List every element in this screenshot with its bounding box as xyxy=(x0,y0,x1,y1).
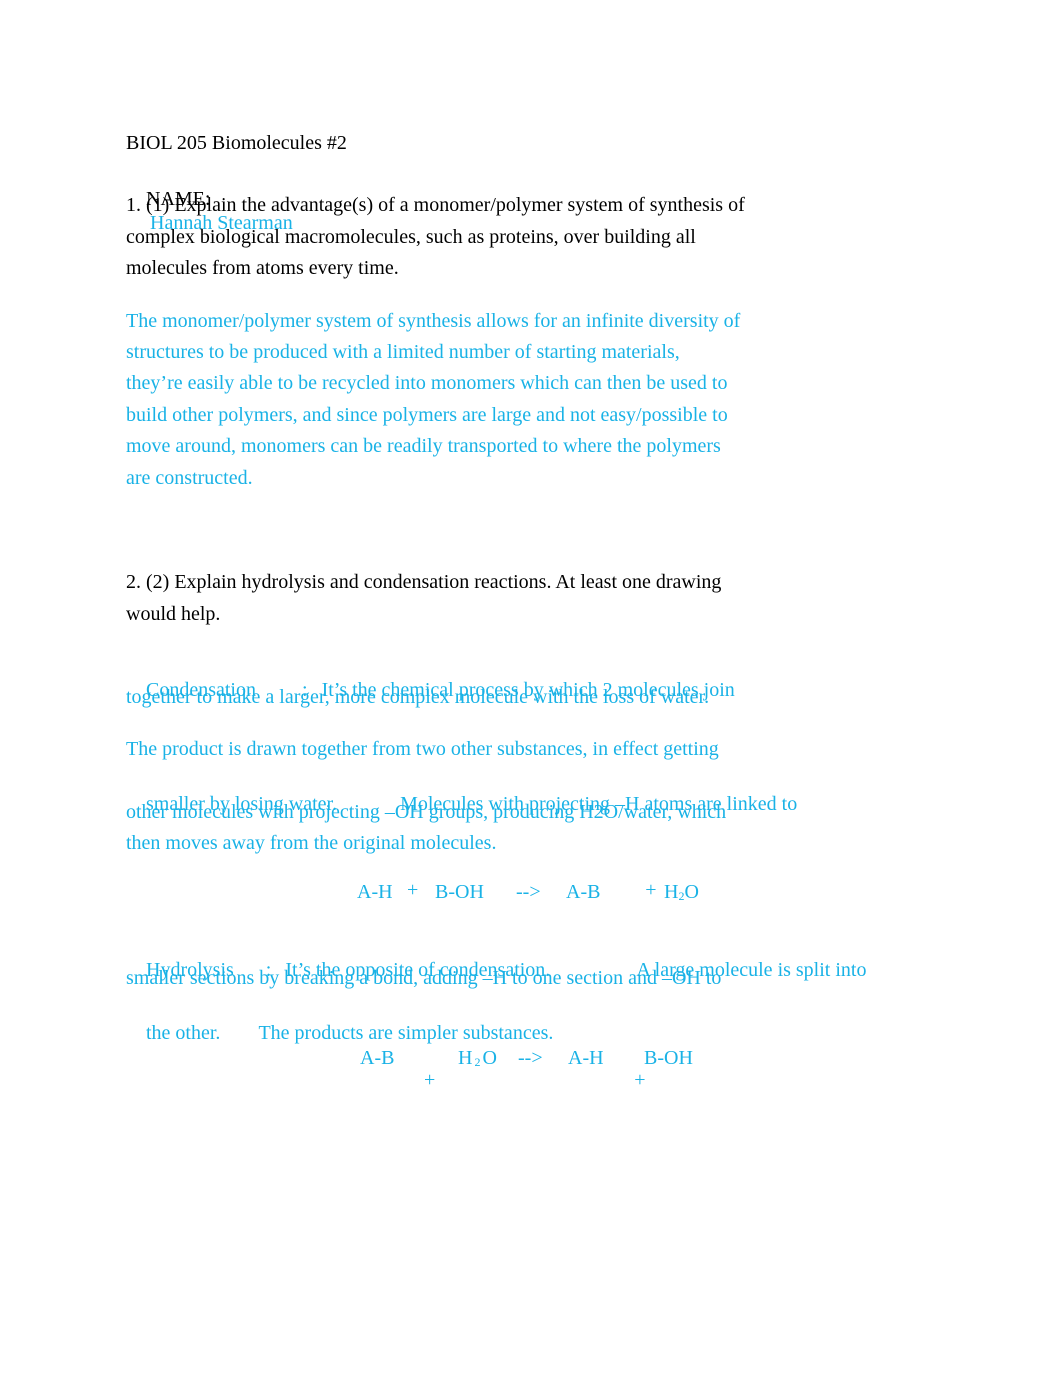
question-2-line: would help. xyxy=(126,603,221,625)
eq-arrow: --> xyxy=(516,881,541,903)
eq-arrow: --> xyxy=(518,1047,543,1069)
answer-1-line: build other polymers, and since polymers… xyxy=(126,404,728,426)
hydrolysis-equation: A-B + H2O --> A-H + B-OH xyxy=(0,24,1062,1091)
condensation-equation: A-H + B-OH --> A-B + H2O xyxy=(0,0,1062,903)
question-1-line: complex biological macromolecules, such … xyxy=(126,226,696,248)
document-title: BIOL 205 Biomolecules #2 xyxy=(126,132,347,154)
eq-plus: + xyxy=(645,879,657,901)
condensation-detail-line: then moves away from the original molecu… xyxy=(126,832,497,854)
eq-plus: + xyxy=(634,1069,646,1091)
answer-1-line: structures to be produced with a limited… xyxy=(126,341,680,363)
condensation-detail-line: other molecules with projecting –OH grou… xyxy=(126,801,727,823)
answer-1-line: they’re easily able to be recycled into … xyxy=(126,372,728,394)
eq-reactant: A-B xyxy=(360,1047,395,1069)
answer-1-line: move around, monomers can be readily tra… xyxy=(126,435,721,457)
document-page: BIOL 205 Biomolecules #2 NAME: Hannah St… xyxy=(0,0,1062,1091)
hydrolysis-def-part: the other. xyxy=(146,1022,221,1044)
eq-plus: + xyxy=(407,879,419,901)
answer-1-line: The monomer/polymer system of synthesis … xyxy=(126,310,741,332)
eq-reactant: B-OH xyxy=(435,881,484,903)
eq-plus: + xyxy=(424,1069,436,1091)
answer-1-line: are constructed. xyxy=(126,467,253,489)
hydrolysis-def-line: smaller sections by breaking a bond, add… xyxy=(126,967,722,989)
eq-product: A-H xyxy=(568,1047,604,1069)
eq-reactant: A-H xyxy=(357,881,393,903)
question-1-line: 1. (1) Explain the advantage(s) of a mon… xyxy=(126,194,745,216)
eq-product: A-B xyxy=(566,881,601,903)
eq-product: B-OH xyxy=(644,1047,693,1069)
hydrolysis-def-part: The products are simpler substances. xyxy=(258,1022,554,1044)
condensation-detail-line: The product is drawn together from two o… xyxy=(126,738,719,760)
question-1-line: molecules from atoms every time. xyxy=(126,257,399,279)
eq-subscript: 2 xyxy=(474,1055,481,1069)
eq-product-water: H2O xyxy=(664,880,699,906)
eq-h: H xyxy=(664,881,679,903)
eq-o: O xyxy=(482,1047,497,1069)
condensation-def-line: together to make a larger, more complex … xyxy=(126,686,710,708)
eq-h: H xyxy=(458,1047,473,1069)
question-2-line: 2. (2) Explain hydrolysis and condensati… xyxy=(126,571,722,593)
eq-o: O xyxy=(684,881,699,903)
eq-reactant-water: H2O xyxy=(458,1046,497,1072)
eq-subscript: 2 xyxy=(678,889,685,903)
